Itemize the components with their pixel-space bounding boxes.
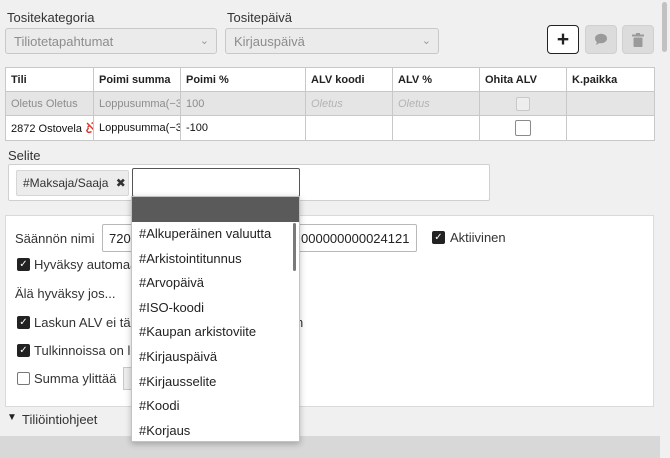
dropdown-option[interactable]: #Kaupan arkistoviite bbox=[132, 320, 299, 345]
active-checkbox[interactable]: ✓ bbox=[432, 231, 445, 244]
dropdown-option[interactable]: #Kirjausselite bbox=[132, 370, 299, 395]
rule-name-label: Säännön nimi bbox=[15, 231, 95, 246]
rule-name-value-start: 720 bbox=[109, 231, 131, 246]
cond3-label: Summa ylittää bbox=[34, 371, 117, 386]
skip-vat-checkbox[interactable] bbox=[515, 120, 531, 136]
add-button[interactable]: + bbox=[547, 25, 579, 54]
account-cell[interactable]: 2872 Ostovela bbox=[5, 115, 94, 141]
skip-vat-cell bbox=[479, 91, 567, 116]
scrollbar-thumb[interactable] bbox=[662, 2, 667, 52]
date-select-value: Kirjauspäivä bbox=[234, 34, 305, 49]
category-select[interactable]: Tiliotetapahtumat ⌄ bbox=[5, 28, 217, 54]
cond2-checkbox[interactable]: ✓ bbox=[17, 344, 30, 357]
chevron-down-icon[interactable]: ▼ bbox=[7, 412, 17, 423]
skip-vat-cell[interactable] bbox=[479, 115, 567, 141]
dont-accept-label: Älä hyväksy jos... bbox=[15, 286, 116, 301]
dropdown-option[interactable]: #ISO-koodi bbox=[132, 296, 299, 321]
percent-cell: 100 bbox=[180, 91, 306, 116]
comment-icon bbox=[595, 33, 607, 45]
cond1-label: Laskun ALV ei täs bbox=[34, 315, 138, 330]
column-header: ALV koodi bbox=[305, 67, 393, 92]
delete-button[interactable] bbox=[622, 25, 654, 54]
selite-tag-input[interactable] bbox=[132, 168, 300, 197]
tag-suggestion-dropdown[interactable]: #Alkuperäinen valuutta #Arkistointitunnu… bbox=[131, 196, 300, 442]
skip-vat-checkbox bbox=[516, 96, 530, 111]
vat-percent-cell: Oletus bbox=[392, 91, 480, 116]
dropdown-option[interactable]: #Kirjauspäivä bbox=[132, 345, 299, 370]
dropdown-option[interactable]: #Arkistointitunnus bbox=[132, 247, 299, 272]
cond2-label: Tulkinnoissa on lis bbox=[34, 343, 140, 358]
table-row: Oletus Oletus Loppusumma(−3 100 Oletus O… bbox=[5, 91, 655, 116]
category-select-value: Tiliotetapahtumat bbox=[14, 34, 114, 49]
column-header: ALV % bbox=[392, 67, 480, 92]
unlink-icon[interactable] bbox=[86, 121, 94, 133]
table-header-row: Tili Poimi summa Poimi % ALV koodi ALV %… bbox=[5, 67, 655, 92]
trash-icon bbox=[632, 32, 644, 47]
selite-tag: #Maksaja/Saaja ✖ bbox=[16, 170, 129, 196]
auto-accept-checkbox[interactable]: ✓ bbox=[17, 258, 30, 271]
dropdown-option[interactable]: #Koodi bbox=[132, 394, 299, 419]
vat-code-placeholder: Oletus bbox=[311, 97, 343, 110]
comment-button[interactable] bbox=[585, 25, 617, 54]
vat-code-cell[interactable] bbox=[305, 115, 393, 141]
vat-percent-placeholder: Oletus bbox=[398, 97, 430, 110]
amount-cell[interactable]: Loppusumma(−3 bbox=[93, 115, 181, 141]
cond3-checkbox[interactable] bbox=[17, 372, 30, 385]
chevron-down-icon: ⌄ bbox=[199, 35, 209, 47]
dropdown-option[interactable]: #Alkuperäinen valuutta bbox=[132, 222, 299, 247]
page-scrollbar[interactable] bbox=[660, 0, 670, 458]
column-header: Poimi summa bbox=[93, 67, 181, 92]
dropdown-option[interactable]: #Arvopäivä bbox=[132, 271, 299, 296]
accounting-table: Tili Poimi summa Poimi % ALV koodi ALV %… bbox=[5, 67, 655, 141]
selite-tag-label: #Maksaja/Saaja bbox=[23, 176, 109, 190]
remove-tag-icon[interactable]: ✖ bbox=[116, 176, 126, 190]
category-label: Tositekategoria bbox=[7, 10, 95, 25]
vat-code-cell: Oletus bbox=[305, 91, 393, 116]
column-header: Tili bbox=[5, 67, 94, 92]
section-tiliointiohjeet[interactable]: Tiliöintiohjeet bbox=[22, 412, 97, 427]
vat-percent-cell[interactable] bbox=[392, 115, 480, 141]
date-select[interactable]: Kirjauspäivä ⌄ bbox=[225, 28, 439, 54]
account-cell: Oletus Oletus bbox=[5, 91, 94, 116]
amount-cell: Loppusumma(−3 bbox=[93, 91, 181, 116]
selite-label: Selite bbox=[8, 148, 41, 163]
footer-strip bbox=[0, 436, 660, 458]
column-header: Poimi % bbox=[180, 67, 306, 92]
dropdown-highlighted-item[interactable] bbox=[132, 197, 299, 222]
cond1-checkbox[interactable]: ✓ bbox=[17, 316, 30, 329]
dropdown-option[interactable]: #Korjaus bbox=[132, 419, 299, 441]
cost-center-cell[interactable] bbox=[566, 115, 655, 141]
cost-center-cell bbox=[566, 91, 655, 116]
active-label: Aktiivinen bbox=[450, 230, 506, 245]
auto-accept-label: Hyväksy automaa bbox=[34, 257, 138, 272]
plus-icon: + bbox=[556, 28, 570, 51]
table-row: 2872 Ostovela Loppusumma(−3 -100 bbox=[5, 115, 655, 141]
column-header: K.paikka bbox=[566, 67, 655, 92]
dropdown-scrollbar[interactable] bbox=[293, 223, 296, 271]
chevron-down-icon: ⌄ bbox=[421, 35, 431, 47]
percent-cell[interactable]: -100 bbox=[180, 115, 306, 141]
rule-name-value-end: 000000000024121 bbox=[301, 231, 410, 246]
account-value: 2872 Ostovela bbox=[11, 122, 82, 135]
date-label: Tositepäivä bbox=[227, 10, 293, 25]
column-header: Ohita ALV bbox=[479, 67, 567, 92]
